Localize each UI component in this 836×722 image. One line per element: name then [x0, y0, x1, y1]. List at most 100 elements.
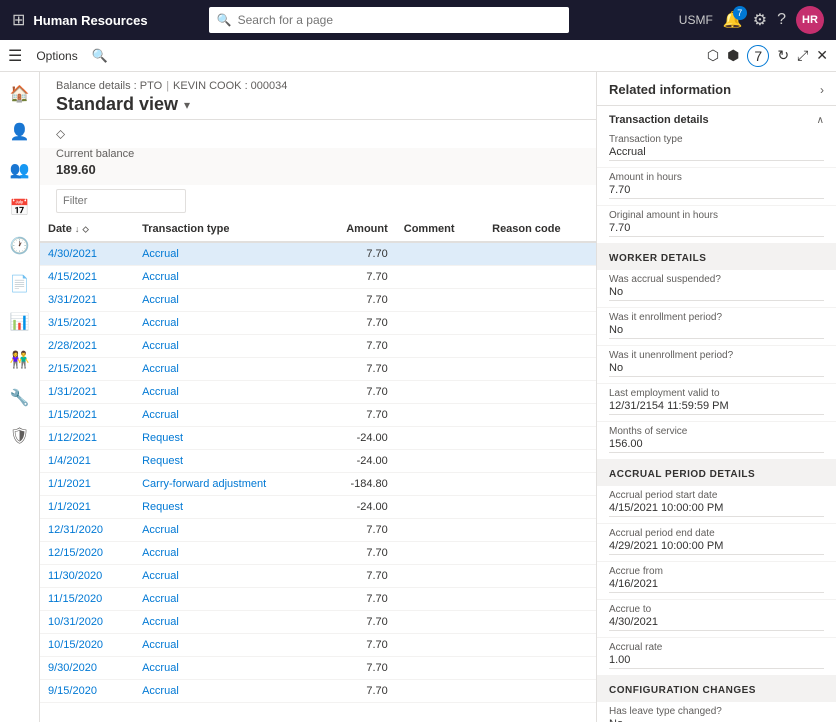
type-link[interactable]: Accrual	[142, 248, 179, 260]
cell-comment	[396, 404, 484, 427]
sidebar-item-tools[interactable]: 🔧	[2, 380, 38, 416]
type-link[interactable]: Accrual	[142, 685, 179, 697]
type-link[interactable]: Accrual	[142, 363, 179, 375]
type-link[interactable]: Accrual	[142, 317, 179, 329]
global-search[interactable]: 🔍	[209, 7, 569, 33]
date-link[interactable]: 1/1/2021	[48, 478, 91, 490]
type-link[interactable]: Accrual	[142, 386, 179, 398]
date-link[interactable]: 11/30/2020	[48, 570, 102, 582]
date-link[interactable]: 1/15/2021	[48, 409, 97, 421]
date-link[interactable]: 1/4/2021	[48, 455, 91, 467]
date-link[interactable]: 10/31/2020	[48, 616, 103, 628]
filter-input[interactable]	[56, 189, 186, 213]
date-link[interactable]: 1/31/2021	[48, 386, 97, 398]
avatar[interactable]: HR	[796, 6, 824, 34]
expand-icon[interactable]: ⤢	[797, 47, 808, 64]
hamburger-icon[interactable]: ☰	[8, 46, 22, 66]
sidebar-item-clock[interactable]: 🕐	[2, 228, 38, 264]
table-row[interactable]: 1/12/2021Request-24.00	[40, 427, 596, 450]
type-link[interactable]: Accrual	[142, 340, 179, 352]
date-link[interactable]: 3/15/2021	[48, 317, 97, 329]
nav-search-icon[interactable]: 🔍	[92, 48, 108, 64]
table-row[interactable]: 2/15/2021Accrual7.70	[40, 358, 596, 381]
table-row[interactable]: 12/15/2020Accrual7.70	[40, 542, 596, 565]
table-row[interactable]: 1/1/2021Request-24.00	[40, 496, 596, 519]
table-row[interactable]: 3/31/2021Accrual7.70	[40, 289, 596, 312]
table-row[interactable]: 1/1/2021Carry-forward adjustment-184.80	[40, 473, 596, 496]
type-link[interactable]: Request	[142, 432, 183, 444]
date-link[interactable]: 4/15/2021	[48, 271, 97, 283]
sidebar-item-group[interactable]: 👥	[2, 152, 38, 188]
date-link[interactable]: 4/30/2021	[48, 248, 97, 260]
table-row[interactable]: 10/15/2020Accrual7.70	[40, 634, 596, 657]
date-link[interactable]: 2/15/2021	[48, 363, 97, 375]
table-row[interactable]: 9/30/2020Accrual7.70	[40, 657, 596, 680]
table-row[interactable]: 9/15/2020Accrual7.70	[40, 680, 596, 703]
type-link[interactable]: Carry-forward adjustment	[142, 478, 266, 490]
table-row[interactable]: 1/4/2021Request-24.00	[40, 450, 596, 473]
sort-icon-date[interactable]: ↓	[75, 224, 80, 234]
date-link[interactable]: 2/28/2021	[48, 340, 97, 352]
date-link[interactable]: 3/31/2021	[48, 294, 97, 306]
filter-icon-date[interactable]: ⬦	[82, 224, 88, 234]
sidebar-item-home[interactable]: 🏠	[2, 76, 38, 112]
type-link[interactable]: Request	[142, 455, 183, 467]
transaction-details-chevron[interactable]: ∧	[817, 115, 824, 126]
refresh-icon[interactable]: ↻	[777, 47, 789, 64]
table-row[interactable]: 10/31/2020Accrual7.70	[40, 611, 596, 634]
leave-type-changed-field: Has leave type changed? No	[597, 702, 836, 722]
table-row[interactable]: 4/30/2021Accrual7.70	[40, 242, 596, 266]
type-link[interactable]: Accrual	[142, 570, 179, 582]
date-link[interactable]: 10/15/2020	[48, 639, 103, 651]
bookmark-icon[interactable]: ⬡	[707, 47, 719, 64]
date-link[interactable]: 12/15/2020	[48, 547, 103, 559]
cell-type: Accrual	[134, 404, 319, 427]
right-panel-chevron-icon[interactable]: ›	[820, 83, 824, 97]
table-row[interactable]: 1/31/2021Accrual7.70	[40, 381, 596, 404]
type-link[interactable]: Accrual	[142, 662, 179, 674]
date-link[interactable]: 12/31/2020	[48, 524, 103, 536]
table-row[interactable]: 12/31/2020Accrual7.70	[40, 519, 596, 542]
grid-icon[interactable]: ⊞	[12, 10, 25, 30]
table-row[interactable]: 3/15/2021Accrual7.70	[40, 312, 596, 335]
date-link[interactable]: 9/15/2020	[48, 685, 97, 697]
type-link[interactable]: Accrual	[142, 547, 179, 559]
sidebar-item-person[interactable]: 👤	[2, 114, 38, 150]
sidebar-item-chart[interactable]: 📊	[2, 304, 38, 340]
table-row[interactable]: 11/15/2020Accrual7.70	[40, 588, 596, 611]
table-row[interactable]: 1/15/2021Accrual7.70	[40, 404, 596, 427]
type-link[interactable]: Accrual	[142, 294, 179, 306]
table-row[interactable]: 4/15/2021Accrual7.70	[40, 266, 596, 289]
type-link[interactable]: Accrual	[142, 524, 179, 536]
date-link[interactable]: 1/12/2021	[48, 432, 97, 444]
settings-icon[interactable]: ⚙	[753, 10, 767, 30]
sidebar-item-document[interactable]: 📄	[2, 266, 38, 302]
date-link[interactable]: 11/15/2020	[48, 593, 102, 605]
type-link[interactable]: Accrual	[142, 271, 179, 283]
date-link[interactable]: 1/1/2021	[48, 501, 91, 513]
date-link[interactable]: 9/30/2020	[48, 662, 97, 674]
title-chevron-icon[interactable]: ▾	[184, 98, 190, 112]
sidebar-item-calendar[interactable]: 📅	[2, 190, 38, 226]
notification-bell[interactable]: 🔔 7	[723, 10, 743, 30]
cell-comment	[396, 266, 484, 289]
table-row[interactable]: 2/28/2021Accrual7.70	[40, 335, 596, 358]
search-input[interactable]	[238, 13, 561, 27]
options-button[interactable]: Options	[30, 49, 83, 63]
type-link[interactable]: Request	[142, 501, 183, 513]
help-icon[interactable]: ?	[777, 11, 786, 29]
filter-icon[interactable]: ⬦	[56, 126, 65, 142]
transaction-details-section[interactable]: Transaction details ∧	[597, 106, 836, 130]
accrual-suspended-value: No	[609, 286, 824, 301]
type-link[interactable]: Accrual	[142, 593, 179, 605]
sidebar-item-shield[interactable]: 🛡	[2, 418, 38, 454]
share-icon[interactable]: ⬢	[727, 47, 739, 64]
type-link[interactable]: Accrual	[142, 639, 179, 651]
type-link[interactable]: Accrual	[142, 616, 179, 628]
type-link[interactable]: Accrual	[142, 409, 179, 421]
close-icon[interactable]: ✕	[816, 47, 828, 64]
sidebar-item-group2[interactable]: 👫	[2, 342, 38, 378]
table-row[interactable]: 11/30/2020Accrual7.70	[40, 565, 596, 588]
last-employment-value: 12/31/2154 11:59:59 PM	[609, 400, 824, 415]
notification-count-icon[interactable]: 7	[747, 45, 769, 67]
